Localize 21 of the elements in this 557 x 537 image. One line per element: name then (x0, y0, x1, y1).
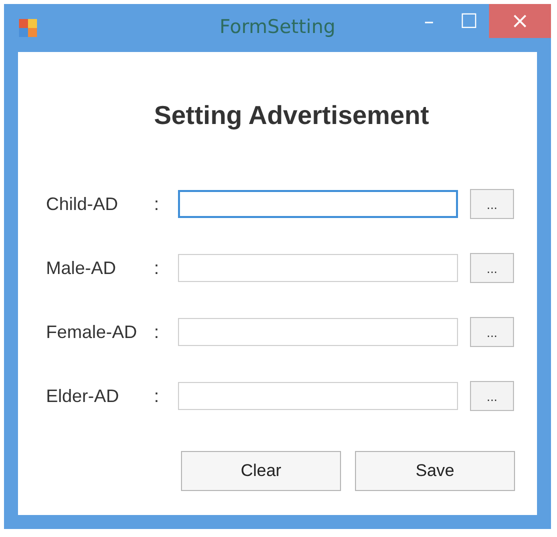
browse-button[interactable]: ... (470, 253, 514, 283)
text-field[interactable] (178, 318, 458, 346)
text-field[interactable] (178, 254, 458, 282)
field-label: Elder-AD (46, 386, 120, 406)
colon: : (154, 322, 160, 342)
field-label: Child-AD (46, 194, 120, 214)
colon: : (154, 258, 160, 278)
window-title: FormSetting (220, 16, 336, 38)
field-label: Female-AD (46, 322, 138, 342)
text-field[interactable] (178, 190, 458, 218)
clear-button[interactable]: Clear (181, 451, 341, 491)
field-label: Male-AD (46, 258, 118, 278)
colon: : (154, 386, 160, 406)
app-icon (18, 18, 38, 38)
browse-button[interactable]: ... (470, 317, 514, 347)
save-button[interactable]: Save (355, 451, 515, 491)
browse-button[interactable]: ... (470, 189, 514, 219)
colon: : (154, 194, 160, 214)
form-heading: Setting Advertisement (153, 100, 430, 131)
text-field[interactable] (178, 382, 458, 410)
browse-button[interactable]: ... (470, 381, 514, 411)
